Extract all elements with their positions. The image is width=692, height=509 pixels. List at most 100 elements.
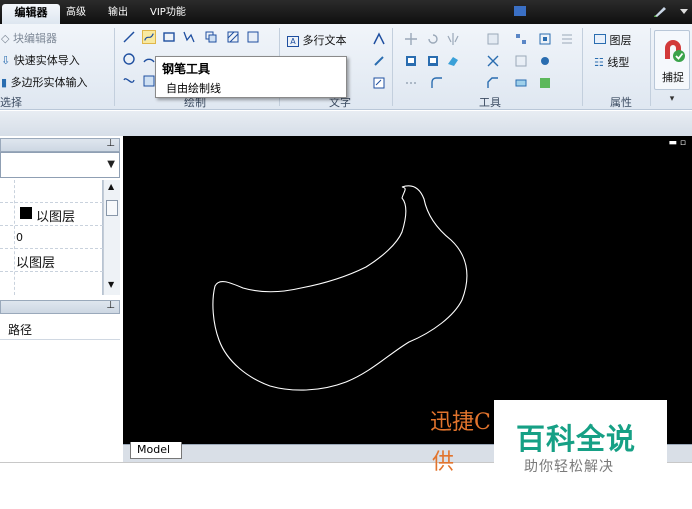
app-window: 编辑器 高级 输出 VIP功能 ◇ 块编辑器 ⇩ 快速实体导入 ▮ 多边形实体输…	[0, 0, 692, 509]
rectangle-icon[interactable]	[162, 30, 176, 44]
ribbon-expand-button[interactable]: ▾	[654, 94, 690, 108]
freehand-shape	[212, 185, 468, 391]
tooltip-description: 自由绘制线	[166, 82, 221, 95]
block-editor-label: 块编辑器	[12, 32, 57, 45]
block-editor-button[interactable]: ◇ 块编辑器	[1, 30, 57, 46]
join-icon[interactable]	[538, 54, 552, 68]
divider	[582, 28, 583, 106]
watermark-text-line2: 供	[432, 450, 455, 475]
scale-icon[interactable]	[486, 32, 500, 46]
watermark-brand: 百科全说	[516, 422, 637, 456]
table-row[interactable]: 以图层	[0, 249, 103, 272]
table-row	[0, 180, 103, 203]
scroll-up-icon[interactable]: ▲	[108, 182, 114, 191]
move-icon[interactable]	[404, 32, 418, 46]
select-group-label: 选择	[0, 96, 22, 109]
align-icon[interactable]	[560, 32, 574, 46]
paste-icon[interactable]	[404, 54, 418, 68]
copy-icon[interactable]	[204, 30, 218, 44]
toolbar-strip	[0, 111, 692, 136]
rotate-icon[interactable]	[426, 32, 440, 46]
menu-bar: 编辑器 高级 输出 VIP功能	[0, 0, 692, 24]
layer-label: 图层	[609, 34, 632, 47]
hatch-icon[interactable]	[226, 30, 240, 44]
drawing-canvas[interactable]: ▬ ▫	[123, 136, 692, 444]
region-icon[interactable]	[142, 74, 156, 88]
line-icon[interactable]	[122, 30, 136, 44]
polygon-input-label: 多边形实体输入	[10, 76, 88, 89]
multiline-text-button[interactable]: A 多行文本	[287, 32, 347, 48]
properties-scrollbar[interactable]: ▲ ▼	[103, 180, 120, 295]
dots-icon[interactable]	[404, 76, 418, 90]
column-divider	[14, 180, 15, 295]
properties-panel-header: ⊥	[0, 138, 120, 152]
watermark-logo: 百科全说 助你轻松解决	[494, 400, 667, 486]
table-row[interactable]: 以图层	[0, 203, 103, 226]
scroll-down-icon[interactable]: ▼	[108, 280, 114, 289]
tab-output[interactable]: 输出	[108, 4, 128, 22]
quick-import-label: 快速实体导入	[13, 54, 80, 67]
trim-icon[interactable]	[486, 54, 500, 68]
circle-icon[interactable]	[122, 52, 136, 66]
property-group-label: 属性	[610, 96, 632, 109]
fillet-icon[interactable]	[430, 76, 444, 90]
linetype-button[interactable]: ☷ 线型	[594, 54, 629, 70]
pen-icon[interactable]	[652, 4, 668, 18]
path-panel-header: ⊥	[0, 300, 120, 314]
divider	[392, 28, 393, 106]
magnet-icon	[665, 40, 685, 62]
text-find-icon[interactable]	[372, 76, 386, 90]
linetype-label: 线型	[607, 56, 630, 69]
mirror-icon[interactable]	[446, 32, 460, 46]
polygon-input-button[interactable]: ▮ 多边形实体输入	[1, 74, 88, 90]
quick-import-button[interactable]: ⇩ 快速实体导入	[1, 52, 80, 68]
divider	[114, 28, 115, 106]
tab-vip[interactable]: VIP功能	[150, 4, 186, 22]
layer-button[interactable]: 图层	[594, 32, 632, 48]
table-row[interactable]: 0	[0, 226, 103, 249]
color-value: 以图层	[36, 210, 76, 225]
window-controls[interactable]: ▬ ▫	[669, 138, 686, 148]
freehand-path	[212, 185, 468, 391]
pin-icon[interactable]: ⊥	[106, 300, 115, 311]
arc-icon[interactable]	[142, 52, 156, 66]
clipboard-icon[interactable]	[426, 54, 440, 68]
offset-icon[interactable]	[538, 32, 552, 46]
divider	[650, 28, 651, 106]
block-icon[interactable]	[246, 30, 260, 44]
pin-icon[interactable]: ⊥	[106, 138, 115, 149]
measure-icon[interactable]	[514, 76, 528, 90]
path-column-header: 路径	[0, 318, 120, 340]
snap-label: 捕捉	[662, 71, 684, 84]
tooltip-title: 钢笔工具	[162, 62, 211, 76]
text-edit-icon[interactable]	[372, 54, 386, 68]
dropdown-icon[interactable]	[676, 4, 692, 18]
object-selector[interactable]: ▼	[0, 152, 120, 178]
model-tab[interactable]: Model	[130, 442, 182, 459]
chevron-down-icon: ▼	[107, 159, 115, 170]
color-swatch	[20, 207, 32, 219]
pen-tool-tooltip: 钢笔工具 自由绘制线	[155, 56, 347, 98]
window-icon[interactable]	[512, 4, 528, 18]
spline-icon[interactable]	[122, 74, 136, 88]
group-icon[interactable]	[538, 76, 552, 90]
watermark-text: 迅捷C	[430, 410, 491, 435]
watermark-slogan: 助你轻松解决	[524, 459, 614, 475]
chamfer-icon[interactable]	[486, 76, 500, 90]
multiline-text-label: 多行文本	[302, 34, 347, 47]
explode-icon[interactable]	[514, 54, 528, 68]
erase-icon[interactable]	[446, 54, 460, 68]
tab-editor[interactable]: 编辑器	[2, 4, 60, 24]
properties-grid: 以图层 0 以图层	[0, 180, 103, 295]
linetype-value: 以图层	[16, 256, 56, 271]
array-icon[interactable]	[514, 32, 528, 46]
polyline-icon[interactable]	[182, 30, 196, 44]
tab-advanced[interactable]: 高级	[66, 4, 86, 22]
snap-button[interactable]: 捕捉	[654, 30, 690, 90]
tools-group-label: 工具	[479, 96, 501, 109]
path-label: 路径	[8, 323, 33, 337]
pen-tool-icon[interactable]	[142, 30, 156, 44]
layer-value: 0	[16, 231, 23, 244]
text-style-icon[interactable]	[372, 32, 386, 46]
scroll-thumb[interactable]	[106, 200, 118, 216]
